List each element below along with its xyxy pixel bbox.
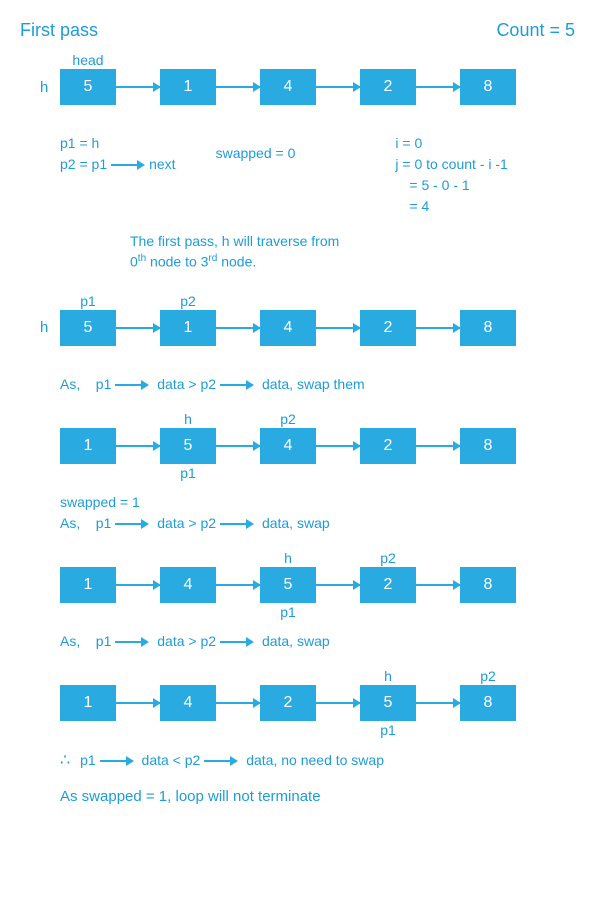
arrow-icon	[416, 445, 460, 447]
node: 5	[360, 685, 416, 721]
arrow-icon	[220, 637, 254, 647]
compare-3: As, p1 data > p2 data, swap	[60, 631, 575, 652]
init-block: p1 = h p2 = p1next swapped = 0 i = 0 j =…	[60, 133, 575, 217]
node: 2	[360, 69, 416, 105]
arrow-icon	[416, 327, 460, 329]
arrow-icon	[216, 702, 260, 704]
node: 8	[460, 310, 516, 346]
pass-description: The first pass, h will traverse from 0th…	[130, 232, 575, 272]
j-calc: = 5 - 0 - 1	[409, 175, 507, 196]
swapped-1-block: swapped = 1 As, p1 data > p2 data, swap	[60, 492, 575, 534]
i-init: i = 0	[395, 133, 507, 154]
arrow-icon	[316, 327, 360, 329]
j-result: = 4	[409, 196, 507, 217]
arrow-icon	[316, 445, 360, 447]
linked-list-state-2: 1 h5p1 p24 2 8	[40, 410, 575, 482]
arrow-icon	[220, 380, 254, 390]
p2-init: p2 = p1next	[60, 154, 176, 175]
node: 4	[160, 685, 216, 721]
node: 1	[60, 685, 116, 721]
arrow-icon	[116, 445, 160, 447]
arrow-icon	[416, 702, 460, 704]
node: 1	[60, 428, 116, 464]
arrow-icon	[316, 86, 360, 88]
node: 4	[160, 567, 216, 603]
arrow-icon	[216, 327, 260, 329]
node: 8	[460, 567, 516, 603]
arrow-icon	[116, 702, 160, 704]
linked-list-state-0: h head5 1 4 2 8	[40, 51, 575, 123]
header: First pass Count = 5	[20, 20, 575, 41]
node: 5	[60, 310, 116, 346]
arrow-icon	[116, 584, 160, 586]
swapped-init: swapped = 0	[216, 143, 296, 164]
p1-init: p1 = h	[60, 133, 176, 154]
compare-2: As, p1 data > p2 data, swap	[60, 513, 575, 534]
node: 5	[260, 567, 316, 603]
linked-list-state-3: 1 4 h5p1 p22 8	[40, 549, 575, 621]
node: 5	[60, 69, 116, 105]
final-note: As swapped = 1, loop will not terminate	[60, 788, 575, 805]
h-label: h	[40, 319, 60, 336]
arrow-icon	[416, 86, 460, 88]
node: 5	[160, 428, 216, 464]
arrow-icon	[116, 86, 160, 88]
count: Count = 5	[496, 20, 575, 41]
node: 4	[260, 69, 316, 105]
arrow-icon	[111, 160, 145, 170]
compare-1: As, p1 data > p2 data, swap them	[60, 374, 575, 395]
arrow-icon	[416, 584, 460, 586]
swapped-1: swapped = 1	[60, 492, 575, 513]
node: 8	[460, 685, 516, 721]
node: 4	[260, 428, 316, 464]
node: 1	[160, 69, 216, 105]
arrow-icon	[204, 756, 238, 766]
h-label: h	[40, 79, 60, 96]
node: 1	[60, 567, 116, 603]
therefore-icon: ∴	[60, 752, 70, 769]
compare-4: ∴ p1 data < p2 data, no need to swap	[60, 749, 575, 773]
node: 4	[260, 310, 316, 346]
arrow-icon	[216, 584, 260, 586]
linked-list-state-1: h p15 p21 4 2 8	[40, 292, 575, 364]
node: 2	[260, 685, 316, 721]
title: First pass	[20, 20, 98, 41]
arrow-icon	[115, 519, 149, 529]
arrow-icon	[100, 756, 134, 766]
node: 2	[360, 567, 416, 603]
arrow-icon	[115, 380, 149, 390]
j-formula: j = 0 to count - i -1	[395, 154, 507, 175]
arrow-icon	[316, 702, 360, 704]
linked-list-state-4: 1 4 2 h5p1 p28	[40, 667, 575, 739]
arrow-icon	[220, 519, 254, 529]
arrow-icon	[115, 637, 149, 647]
node: 2	[360, 310, 416, 346]
arrow-icon	[316, 584, 360, 586]
node: 2	[360, 428, 416, 464]
arrow-icon	[116, 327, 160, 329]
arrow-icon	[216, 445, 260, 447]
node: 8	[460, 69, 516, 105]
arrow-icon	[216, 86, 260, 88]
node: 8	[460, 428, 516, 464]
node: 1	[160, 310, 216, 346]
